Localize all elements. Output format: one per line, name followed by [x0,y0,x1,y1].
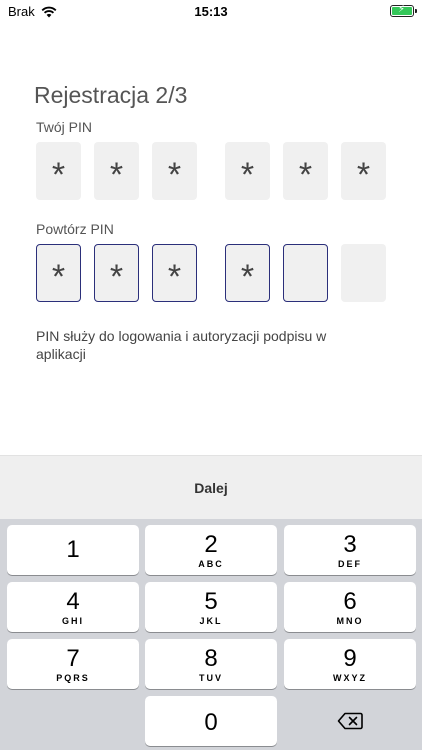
key-9[interactable]: 9 WXYZ [284,639,416,689]
battery-icon: ⚡ [390,4,417,17]
numeric-keyboard: 1 2 ABC 3 DEF 4 GHI 5 JKL 6 MNO 7 PQRS 8… [0,519,422,750]
key-letters: DEF [338,558,362,569]
repeat-pin-digit-box[interactable]: * [94,244,139,302]
key-digit: 9 [343,644,357,672]
repeat-pin-digit-box[interactable] [283,244,328,302]
repeat-pin-digit-box[interactable] [341,244,386,302]
key-digit: 1 [66,535,80,563]
pin-info-text: PIN służy do logowania i autoryzacji pod… [36,328,327,362]
key-letters: GHI [61,615,84,626]
repeat-pin-digit-box[interactable]: * [36,244,81,302]
key-digit: 4 [66,587,80,615]
key-4[interactable]: 4 GHI [7,582,139,632]
key-letters: JKL [199,615,223,626]
key-letters: PQRS [56,672,90,683]
key-digit: 5 [204,587,218,615]
pin-label: Twój PIN [36,119,93,135]
key-5[interactable]: 5 JKL [145,582,277,632]
key-1[interactable]: 1 [7,525,139,575]
backspace-key[interactable] [284,696,416,746]
pin-field[interactable]: * * * * * * [36,142,386,200]
key-letters: TUV [199,672,223,683]
key-0[interactable]: 0 [145,696,277,746]
key-digit: 7 [66,644,80,672]
key-7[interactable]: 7 PQRS [7,639,139,689]
repeat-pin-field[interactable]: * * * * [36,244,386,302]
repeat-pin-digit-box[interactable]: * [152,244,197,302]
key-digit: 2 [204,530,218,558]
pin-digit-box[interactable]: * [94,142,139,200]
key-letters: MNO [336,615,364,626]
charging-bolt-icon: ⚡ [398,4,406,15]
key-digit: 6 [343,587,357,615]
battery-fill: ⚡ [392,4,412,15]
status-bar: Brak 15:13 ⚡ [0,0,422,24]
keyboard-accessory-bar: Dalej [0,455,422,519]
key-letters: ABC [198,558,224,569]
repeat-pin-digit-box[interactable]: * [225,244,270,302]
pin-digit-box[interactable]: * [341,142,386,200]
repeat-pin-label: Powtórz PIN [36,221,114,237]
status-time: 15:13 [194,4,228,19]
next-button[interactable]: Dalej [194,480,227,496]
key-letters: WXYZ [333,672,367,683]
backspace-icon [337,712,363,730]
pin-digit-box[interactable]: * [152,142,197,200]
pin-digit-box[interactable]: * [36,142,81,200]
key-digit: 8 [204,644,218,672]
pin-digit-box[interactable]: * [225,142,270,200]
key-6[interactable]: 6 MNO [284,582,416,632]
page-title: Rejestracja 2/3 [34,82,188,108]
pin-digit-box[interactable]: * [283,142,328,200]
key-8[interactable]: 8 TUV [145,639,277,689]
key-3[interactable]: 3 DEF [284,525,416,575]
key-digit: 0 [204,709,218,736]
key-2[interactable]: 2 ABC [145,525,277,575]
key-digit: 3 [343,530,357,558]
